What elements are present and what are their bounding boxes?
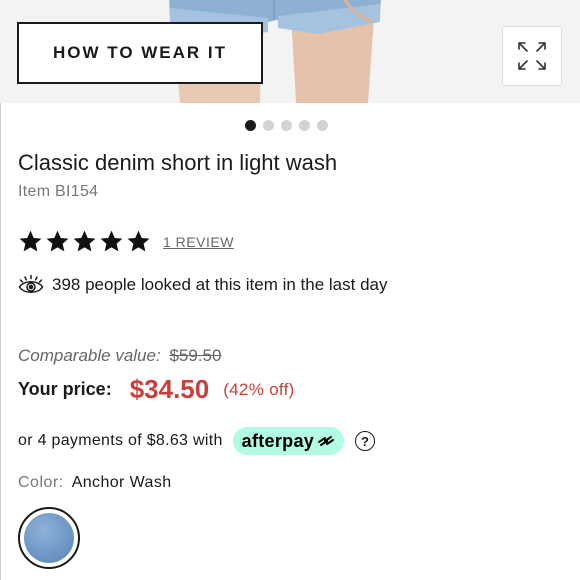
carousel-dot[interactable] <box>299 120 310 131</box>
installments-text: or 4 payments of $8.63 with <box>18 432 223 449</box>
help-circle-icon[interactable]: ? <box>355 431 376 451</box>
product-image-area[interactable]: HOW TO WEAR IT <box>0 0 580 103</box>
color-value: Anchor Wash <box>71 474 172 491</box>
afterpay-row: or 4 payments of $8.63 with afterpay ? <box>18 427 376 455</box>
star-icon <box>127 230 150 252</box>
eye-icon <box>18 274 44 293</box>
star-icon <box>19 230 42 252</box>
views-text: 398 people looked at this item in the la… <box>52 275 388 294</box>
color-swatch-selected[interactable] <box>18 507 80 569</box>
carousel-dot[interactable] <box>317 120 328 131</box>
afterpay-logo-icon <box>318 436 335 446</box>
color-swatch <box>24 513 74 563</box>
product-title: Classic denim short in light wash <box>18 150 338 175</box>
sale-price: $34.50 <box>129 374 210 404</box>
carousel-dots[interactable] <box>245 120 328 131</box>
item-number: Item BI154 <box>18 183 99 200</box>
afterpay-badge[interactable]: afterpay <box>232 427 345 455</box>
comparable-value: Comparable value: $59.50 <box>18 346 221 366</box>
afterpay-brand: afterpay <box>241 430 315 451</box>
expand-arrows-icon <box>518 42 546 70</box>
carousel-dot-active[interactable] <box>245 120 256 131</box>
price-row: Your price: $34.50 (42% off) <box>18 374 295 405</box>
views-notice: 398 people looked at this item in the la… <box>18 274 388 296</box>
star-icon <box>100 230 123 252</box>
star-rating[interactable] <box>18 229 151 254</box>
color-row: Color: Anchor Wash <box>18 474 172 492</box>
color-label: Color: <box>18 474 64 491</box>
left-border <box>0 103 1 580</box>
rating-row: 1 REVIEW <box>18 229 234 254</box>
comparable-price: $59.50 <box>169 346 222 365</box>
star-icon <box>73 230 96 252</box>
carousel-dot[interactable] <box>281 120 292 131</box>
how-to-wear-button[interactable]: HOW TO WEAR IT <box>17 22 263 84</box>
your-price-label: Your price: <box>18 379 112 399</box>
discount-percent: (42% off) <box>223 379 295 399</box>
reviews-link[interactable]: 1 REVIEW <box>163 234 234 250</box>
comparable-label: Comparable value: <box>18 346 161 365</box>
expand-image-button[interactable] <box>502 26 562 86</box>
star-icon <box>46 230 69 252</box>
carousel-dot[interactable] <box>263 120 274 131</box>
